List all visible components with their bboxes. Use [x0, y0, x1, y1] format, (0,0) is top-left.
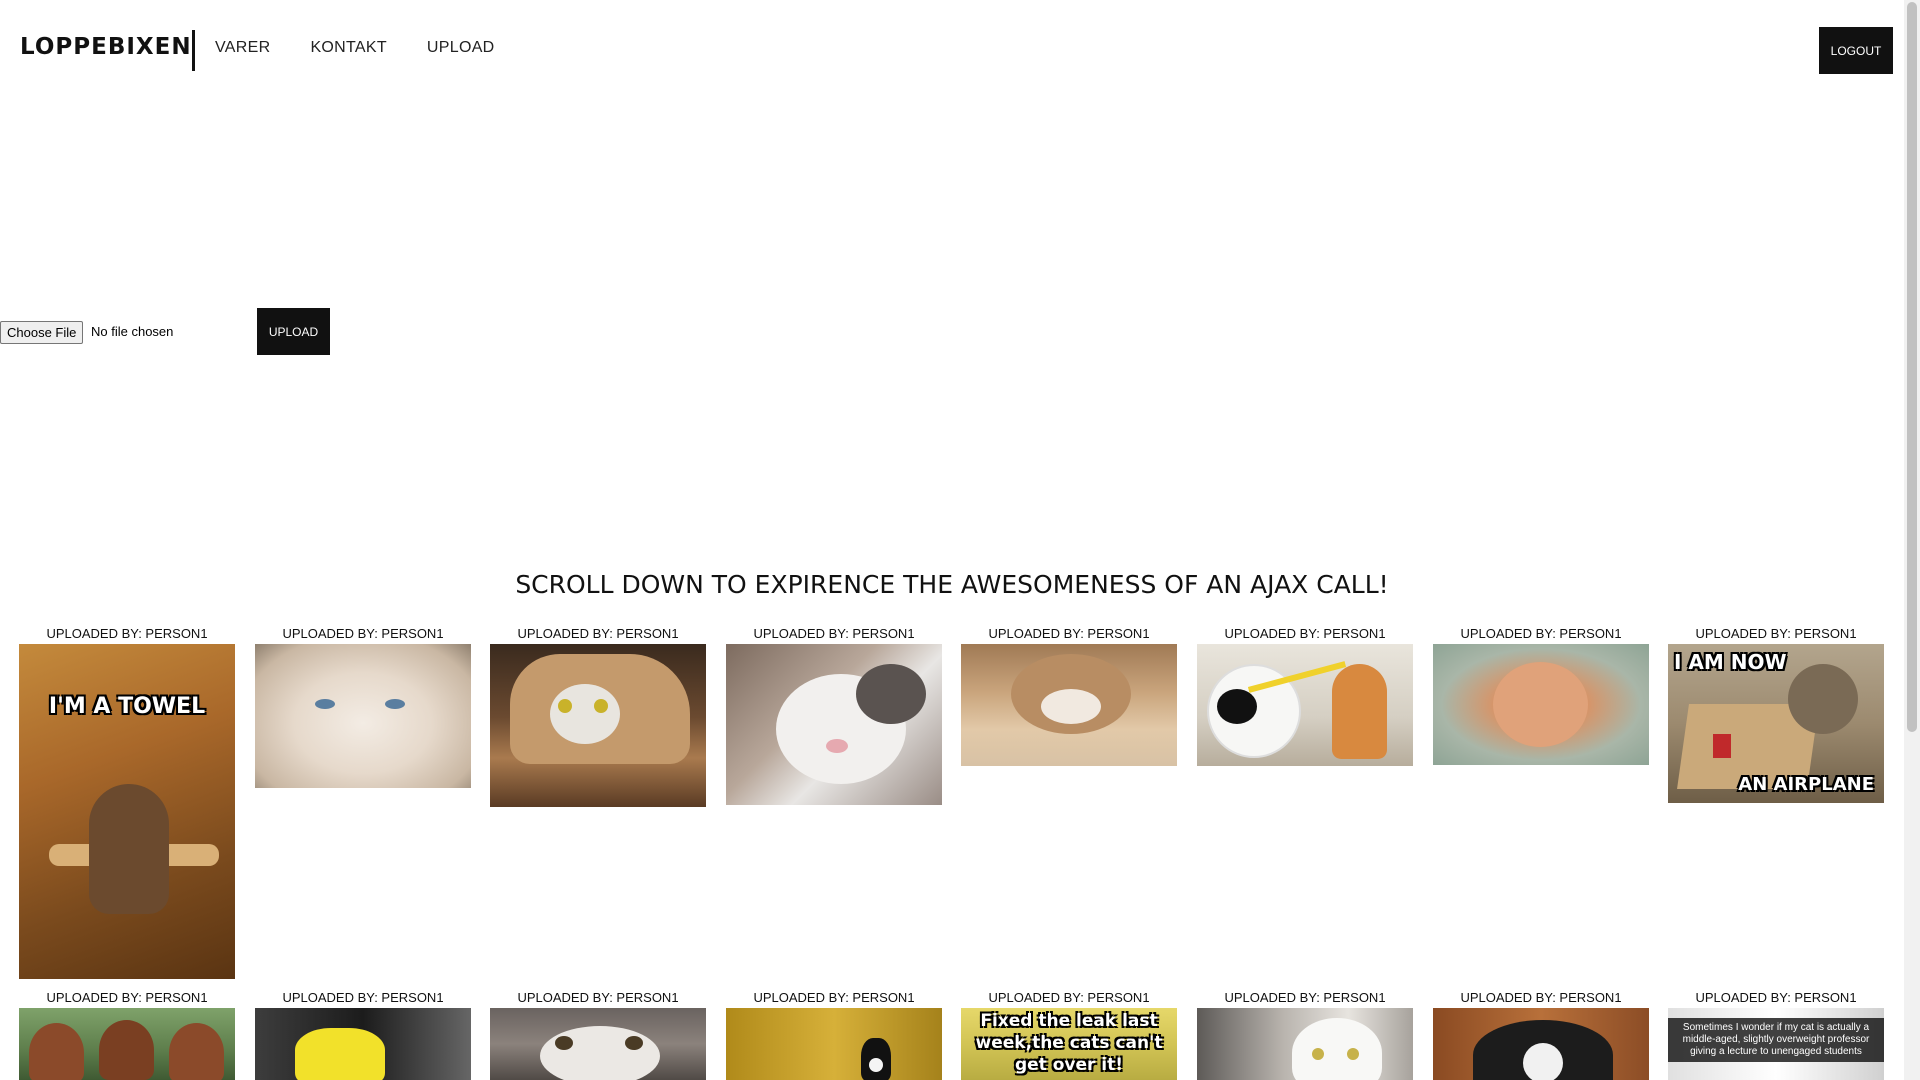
brand-logo[interactable]: LOPPEBIXEN: [20, 34, 192, 60]
uploader-caption: UPLOADED BY: PERSON1: [1695, 626, 1857, 641]
cat-photo[interactable]: [1197, 644, 1413, 766]
main-nav: VARER KONTAKT UPLOAD: [215, 39, 535, 57]
gallery-item[interactable]: UPLOADED BY: PERSON1 Fixed the leak last…: [961, 990, 1177, 1080]
page-scrollbar[interactable]: [1904, 0, 1920, 1080]
cat-photo[interactable]: [255, 1008, 471, 1080]
uploader-caption: UPLOADED BY: PERSON1: [46, 990, 208, 1005]
gallery-item[interactable]: UPLOADED BY: PERSON1: [490, 990, 706, 1080]
gallery-item[interactable]: UPLOADED BY: PERSON1: [19, 990, 235, 1080]
uploader-caption: UPLOADED BY: PERSON1: [1224, 990, 1386, 1005]
upload-submit-button[interactable]: UPLOAD: [257, 308, 330, 355]
uploader-caption: UPLOADED BY: PERSON1: [988, 990, 1150, 1005]
gallery-item[interactable]: UPLOADED BY: PERSON1: [255, 990, 471, 1080]
uploader-caption: UPLOADED BY: PERSON1: [753, 626, 915, 641]
uploader-caption: UPLOADED BY: PERSON1: [988, 626, 1150, 641]
meme-caption-top: I AM NOW: [1674, 650, 1787, 674]
page: LOPPEBIXEN VARER KONTAKT UPLOAD LOGOUT C…: [0, 0, 1920, 1080]
meme-caption-top: Fixed the leak last week,the cats can't …: [975, 1011, 1163, 1075]
uploader-caption: UPLOADED BY: PERSON1: [753, 990, 915, 1005]
nav-link-upload[interactable]: UPLOAD: [427, 39, 495, 57]
gallery-item[interactable]: UPLOADED BY: PERSON1: [255, 626, 471, 788]
meme-caption-text: Sometimes I wonder if my cat is actually…: [1668, 1018, 1884, 1062]
cat-photo[interactable]: [490, 1008, 706, 1080]
cat-photo[interactable]: [1433, 1008, 1649, 1080]
gallery-item[interactable]: UPLOADED BY: PERSON1 I AM NOW AN AIRPLAN…: [1668, 626, 1884, 803]
uploader-caption: UPLOADED BY: PERSON1: [1460, 626, 1622, 641]
cat-photo[interactable]: [1197, 1008, 1413, 1080]
meme-caption-top: I'M A TOWEL: [48, 694, 206, 719]
cat-photo[interactable]: I AM NOW AN AIRPLANE: [1668, 644, 1884, 803]
gallery-item[interactable]: UPLOADED BY: PERSON1: [961, 626, 1177, 766]
cat-photo[interactable]: [726, 644, 942, 805]
cat-photo[interactable]: [961, 644, 1177, 766]
cat-photo[interactable]: [19, 1008, 235, 1080]
cat-photo[interactable]: [726, 1008, 942, 1080]
choose-file-button[interactable]: Choose File: [0, 321, 84, 344]
site-header: LOPPEBIXEN VARER KONTAKT UPLOAD LOGOUT: [0, 0, 1904, 100]
ajax-headline: SCROLL DOWN TO EXPIRENCE THE AWESOMENESS…: [515, 570, 1389, 599]
uploader-caption: UPLOADED BY: PERSON1: [1224, 626, 1386, 641]
brand-divider: [192, 30, 195, 71]
cat-photo[interactable]: [255, 644, 471, 788]
logout-button[interactable]: LOGOUT: [1819, 27, 1893, 74]
gallery-item[interactable]: UPLOADED BY: PERSON1: [1197, 990, 1413, 1080]
nav-link-varer[interactable]: VARER: [215, 39, 270, 57]
cat-photo[interactable]: [490, 644, 706, 807]
uploader-caption: UPLOADED BY: PERSON1: [46, 626, 208, 641]
gallery-item[interactable]: UPLOADED BY: PERSON1: [490, 626, 706, 807]
upload-form: Choose File No file chosen UPLOAD: [0, 308, 400, 355]
uploader-caption: UPLOADED BY: PERSON1: [1460, 990, 1622, 1005]
gallery-item[interactable]: UPLOADED BY: PERSON1 Sometimes I wonder …: [1668, 990, 1884, 1080]
cat-photo[interactable]: [1433, 644, 1649, 765]
uploader-caption: UPLOADED BY: PERSON1: [1695, 990, 1857, 1005]
gallery-item[interactable]: UPLOADED BY: PERSON1: [1433, 626, 1649, 765]
uploader-caption: UPLOADED BY: PERSON1: [282, 990, 444, 1005]
cat-photo[interactable]: I'M A TOWEL: [19, 644, 235, 979]
nav-link-kontakt[interactable]: KONTAKT: [310, 39, 386, 57]
gallery-item[interactable]: UPLOADED BY: PERSON1 I'M A TOWEL: [19, 626, 235, 979]
meme-caption-bottom: AN AIRPLANE: [1738, 774, 1874, 795]
cat-photo[interactable]: Fixed the leak last week,the cats can't …: [961, 1008, 1177, 1080]
uploader-caption: UPLOADED BY: PERSON1: [282, 626, 444, 641]
gallery-item[interactable]: UPLOADED BY: PERSON1: [726, 990, 942, 1080]
uploader-caption: UPLOADED BY: PERSON1: [517, 626, 679, 641]
gallery-item[interactable]: UPLOADED BY: PERSON1: [726, 626, 942, 805]
file-status-text: No file chosen: [91, 324, 174, 339]
cat-photo[interactable]: Sometimes I wonder if my cat is actually…: [1668, 1008, 1884, 1080]
uploader-caption: UPLOADED BY: PERSON1: [517, 990, 679, 1005]
gallery-item[interactable]: UPLOADED BY: PERSON1: [1433, 990, 1649, 1080]
gallery-item[interactable]: UPLOADED BY: PERSON1: [1197, 626, 1413, 766]
scrollbar-thumb[interactable]: [1907, 2, 1917, 732]
